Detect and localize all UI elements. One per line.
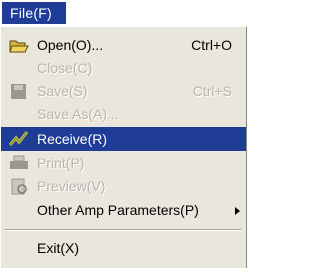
menu-item-save: Save(S) Ctrl+S <box>1 80 246 103</box>
menu-item-print: Print(P) <box>1 152 246 175</box>
menu-item-save-as: Save As(A)... <box>1 103 246 126</box>
file-menu[interactable]: File(F) <box>2 2 66 24</box>
menu-item-save-shortcut: Ctrl+S <box>192 83 232 99</box>
file-dropdown-menu: Open(O)... Ctrl+O Close(C) Save(S) Ctrl+… <box>0 26 247 268</box>
menu-item-preview: Preview(V) <box>1 175 246 198</box>
preview-page-icon <box>9 178 29 195</box>
menu-item-other-amp-parameters-label: Other Amp Parameters(P) <box>37 202 199 218</box>
menu-item-receive-label: Receive(R) <box>37 131 108 147</box>
menu-item-exit-label: Exit(X) <box>37 240 79 256</box>
menu-separator <box>5 229 242 231</box>
save-disk-icon <box>9 83 29 100</box>
menu-item-close: Close(C) <box>1 57 246 80</box>
menu-item-other-amp-parameters[interactable]: Other Amp Parameters(P) <box>1 199 246 222</box>
folder-open-icon <box>9 37 29 54</box>
menu-item-print-label: Print(P) <box>37 155 85 171</box>
menu-item-exit[interactable]: Exit(X) <box>1 237 246 260</box>
menu-item-preview-label: Preview(V) <box>37 178 106 194</box>
menu-item-close-label: Close(C) <box>37 60 93 76</box>
menu-item-receive[interactable]: Receive(R) <box>1 127 246 151</box>
menu-bar: File(F) <box>0 0 247 26</box>
printer-icon <box>9 155 29 172</box>
menu-item-open-label: Open(O)... <box>37 37 104 53</box>
menu-item-open[interactable]: Open(O)... Ctrl+O <box>1 34 246 57</box>
receive-wave-icon <box>8 130 29 147</box>
menu-item-save-as-label: Save As(A)... <box>37 106 119 122</box>
menu-item-open-shortcut: Ctrl+O <box>191 37 232 53</box>
menu-item-save-label: Save(S) <box>37 83 88 99</box>
submenu-arrow-icon <box>235 207 240 215</box>
